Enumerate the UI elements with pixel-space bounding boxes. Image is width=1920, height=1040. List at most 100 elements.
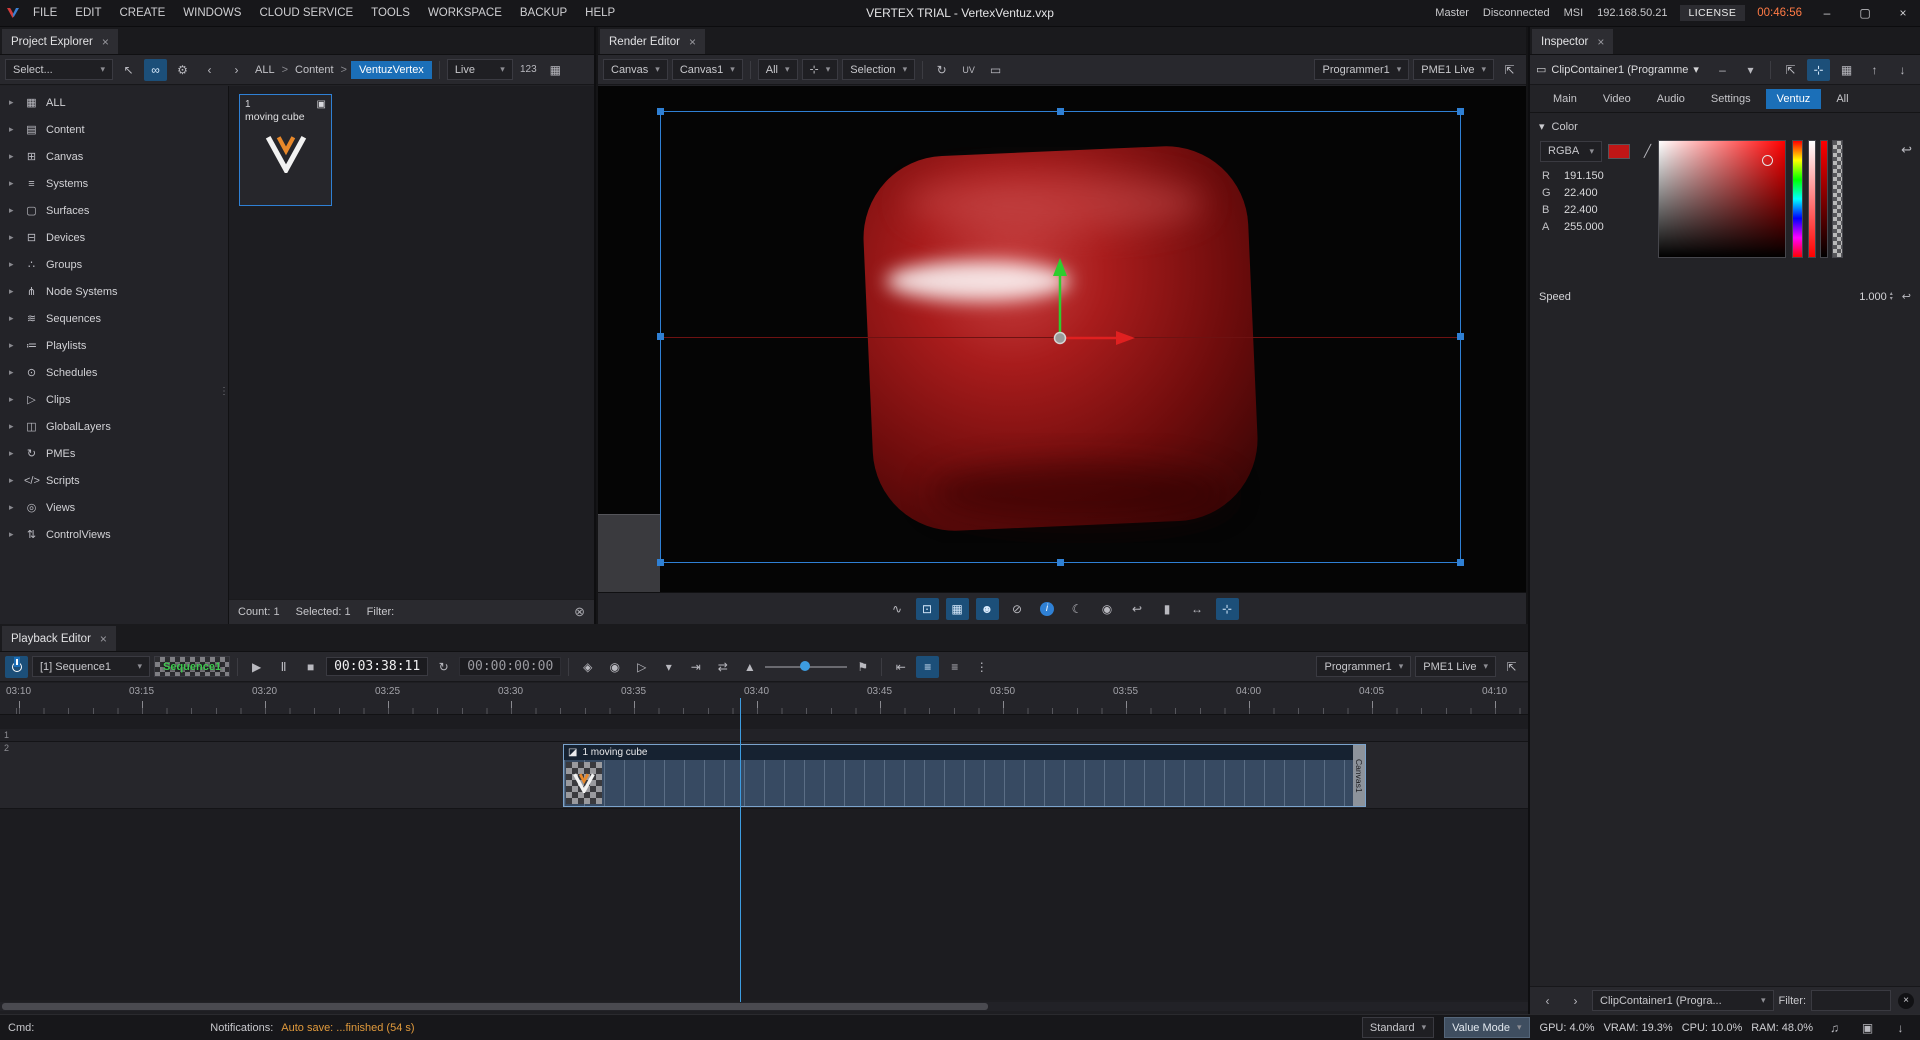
- uv-mode-button[interactable]: UV: [957, 59, 980, 81]
- grid-view-toggle[interactable]: ▦: [544, 59, 567, 81]
- loop-in-button[interactable]: ⇤: [889, 656, 912, 678]
- splitter-handle[interactable]: ⋮: [219, 386, 229, 397]
- history-back-button[interactable]: ‹: [1536, 990, 1559, 1012]
- grid-options-button[interactable]: ▦: [1835, 59, 1858, 81]
- timecode-display[interactable]: 00:03:38:11: [326, 657, 428, 676]
- step-down-icon[interactable]: ▾: [1890, 297, 1893, 302]
- follow-selection-button[interactable]: ⊹: [1807, 59, 1830, 81]
- tab-project-explorer[interactable]: Project Explorer ×: [2, 29, 118, 54]
- tree-item[interactable]: ▸ ▢ Surfaces: [0, 197, 228, 224]
- tree-item[interactable]: ▸ ▤ Content: [0, 116, 228, 143]
- track-options-button[interactable]: ⋮: [970, 656, 993, 678]
- resize-handle[interactable]: [657, 108, 664, 115]
- pick-cursor-button[interactable]: ↖: [117, 59, 140, 81]
- insert-clip-button[interactable]: ⇥: [684, 656, 707, 678]
- menu-item[interactable]: CLOUD SERVICE: [250, 7, 362, 19]
- tree-item[interactable]: ▸ ⇅ ControlViews: [0, 521, 228, 548]
- nav-forward-button[interactable]: ›: [225, 59, 248, 81]
- expand-chevron-icon[interactable]: ▸: [9, 448, 17, 459]
- menu-item[interactable]: CREATE: [111, 7, 175, 19]
- tab-audio[interactable]: Audio: [1646, 89, 1696, 109]
- resize-handle[interactable]: [1057, 559, 1064, 566]
- loop-button[interactable]: ↻: [432, 656, 455, 678]
- numeric-display-toggle[interactable]: 123: [517, 59, 540, 81]
- tree-item[interactable]: ▸ ▷ Clips: [0, 386, 228, 413]
- value-mode-dropdown[interactable]: Value Mode ▾: [1444, 1017, 1529, 1038]
- slider-thumb[interactable]: [800, 661, 810, 671]
- safe-mode-button[interactable]: ◈: [576, 656, 599, 678]
- tab-render-editor[interactable]: Render Editor ×: [600, 29, 705, 54]
- disable-render-button[interactable]: ⊘: [1006, 598, 1029, 620]
- filter-input[interactable]: [1811, 990, 1891, 1011]
- track-list-button[interactable]: ≡: [943, 656, 966, 678]
- scrollbar-thumb[interactable]: [2, 1003, 988, 1010]
- display-button[interactable]: ▣: [1856, 1017, 1879, 1039]
- more-options-button[interactable]: ▾: [1739, 59, 1762, 81]
- marker-flag-button[interactable]: ⚑: [851, 656, 874, 678]
- collapse-button[interactable]: –: [1711, 59, 1734, 81]
- close-icon[interactable]: ×: [100, 632, 107, 646]
- dismiss-notification-button[interactable]: ×: [1898, 993, 1914, 1009]
- resize-handle[interactable]: [1457, 333, 1464, 340]
- tree-item[interactable]: ▸ ⊙ Schedules: [0, 359, 228, 386]
- close-icon[interactable]: ×: [1597, 35, 1604, 49]
- expand-chevron-icon[interactable]: ▸: [9, 286, 17, 297]
- tint-slider[interactable]: [1808, 140, 1816, 258]
- channel-row[interactable]: G 22.400: [1542, 187, 1604, 199]
- timeline-clip-moving-cube[interactable]: ◪ 1 moving cube Canvas1: [563, 744, 1366, 807]
- sequence-selector-dropdown[interactable]: [1] Sequence1 ▾: [32, 656, 150, 677]
- cue-options-dropdown[interactable]: ▾: [657, 656, 680, 678]
- gizmo-toggle-button[interactable]: ⊹: [1216, 598, 1239, 620]
- tab-playback-editor[interactable]: Playback Editor ×: [2, 626, 116, 651]
- color-swatch[interactable]: [1608, 144, 1630, 159]
- close-icon[interactable]: ×: [689, 35, 696, 49]
- channel-value[interactable]: 22.400: [1564, 204, 1598, 216]
- channel-value[interactable]: 22.400: [1564, 187, 1598, 199]
- content-tile-moving-cube[interactable]: 1 ▣ moving cube: [239, 94, 332, 206]
- history-forward-button[interactable]: ›: [1564, 990, 1587, 1012]
- detach-panel-button[interactable]: ⇱: [1498, 59, 1521, 81]
- clear-filter-icon[interactable]: ⊗: [574, 604, 585, 620]
- expand-chevron-icon[interactable]: ▸: [9, 151, 17, 162]
- tree-item[interactable]: ▸ ◎ Views: [0, 494, 228, 521]
- reset-color-button[interactable]: ↩: [1901, 142, 1912, 158]
- alpha-slider[interactable]: [1832, 140, 1843, 258]
- programmer-dropdown[interactable]: Programmer1 ▾: [1316, 656, 1411, 677]
- channel-value[interactable]: 255.000: [1564, 221, 1604, 233]
- expand-chevron-icon[interactable]: ▸: [9, 232, 17, 243]
- layer-filter-dropdown[interactable]: All ▾: [758, 59, 798, 80]
- selection-mode-dropdown[interactable]: Selection ▾: [842, 59, 915, 80]
- cue-record-button[interactable]: ◉: [603, 656, 626, 678]
- audio-button[interactable]: ♫: [1823, 1017, 1846, 1039]
- select-dropdown[interactable]: Select... ▾: [5, 59, 113, 80]
- tree-item[interactable]: ▸ ⊞ Canvas: [0, 143, 228, 170]
- nav-back-button[interactable]: ‹: [198, 59, 221, 81]
- pause-button[interactable]: Ⅱ: [272, 656, 295, 678]
- timeline-ruler[interactable]: 03:1003:1503:2003:2503:3003:3503:4003:45…: [0, 683, 1528, 715]
- menu-item[interactable]: FILE: [24, 7, 66, 19]
- hue-slider[interactable]: [1792, 140, 1803, 258]
- canvas-type-dropdown[interactable]: Canvas ▾: [603, 59, 668, 80]
- horizontal-ruler-button[interactable]: ↔: [1186, 598, 1209, 620]
- pme-dropdown[interactable]: PME1 Live ▾: [1413, 59, 1494, 80]
- tab-all[interactable]: All: [1825, 89, 1859, 109]
- tree-item[interactable]: ▸ ▦ ALL: [0, 89, 228, 116]
- tree-item[interactable]: ▸ ⊟ Devices: [0, 224, 228, 251]
- pme-dropdown[interactable]: PME1 Live ▾: [1415, 656, 1496, 677]
- expand-chevron-icon[interactable]: ▸: [9, 475, 17, 486]
- maximize-button[interactable]: ▢: [1852, 6, 1878, 20]
- node-selector-dropdown[interactable]: ClipContainer1 (Progra... ▾: [1592, 990, 1774, 1011]
- pick-in-viewport-button[interactable]: ⊡: [916, 598, 939, 620]
- shuffle-button[interactable]: ⇄: [711, 656, 734, 678]
- tab-ventuz[interactable]: Ventuz: [1766, 89, 1822, 109]
- tree-item[interactable]: ▸ ∴ Groups: [0, 251, 228, 278]
- playhead[interactable]: [740, 698, 741, 1004]
- color-picker-marker[interactable]: [1762, 155, 1773, 166]
- gizmo-center-handle[interactable]: [1055, 333, 1066, 344]
- tree-item[interactable]: ▸ ≡ Systems: [0, 170, 228, 197]
- follow-playhead-button[interactable]: ≡: [916, 656, 939, 678]
- license-button[interactable]: LICENSE: [1680, 5, 1746, 21]
- night-mode-button[interactable]: ☾: [1066, 598, 1089, 620]
- saturation-value-picker[interactable]: [1658, 140, 1786, 258]
- expand-chevron-icon[interactable]: ▸: [9, 394, 17, 405]
